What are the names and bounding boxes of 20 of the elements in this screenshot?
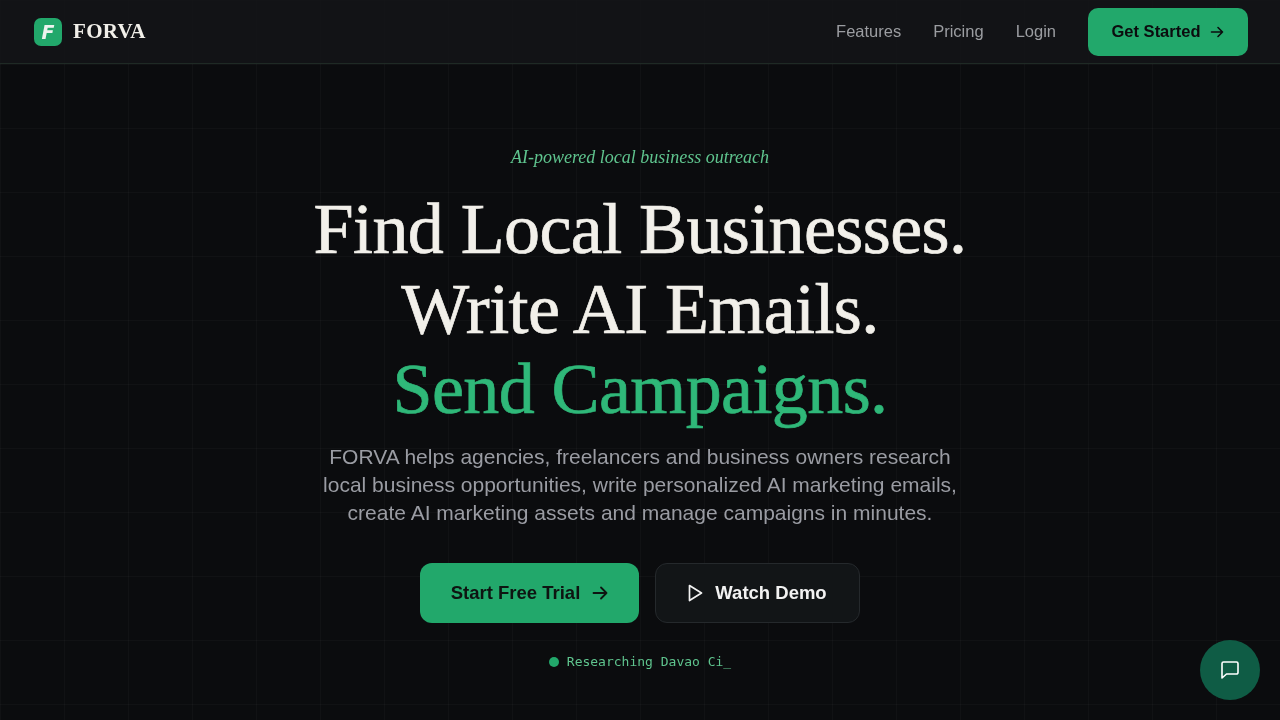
get-started-button[interactable]: Get Started	[1088, 7, 1248, 56]
status-dot-icon	[548, 657, 559, 667]
nav-link[interactable]: Pricing	[933, 22, 984, 41]
chat-icon	[1220, 660, 1240, 680]
brand-name: FORVA	[73, 19, 146, 44]
start-free-trial-button[interactable]: Start Free Trial	[420, 563, 639, 623]
status-text: Researching Davao Ci_	[566, 653, 732, 671]
nav-link[interactable]: Features	[836, 22, 902, 41]
tagline: AI-powered local business outreach	[510, 146, 770, 169]
watch-demo-button[interactable]: Watch Demo	[655, 563, 860, 623]
play-icon	[688, 584, 704, 602]
arrow-right-icon	[1210, 24, 1225, 39]
headline-line: Send Campaigns.	[391, 349, 889, 429]
headline-line: Write AI Emails.	[400, 269, 880, 349]
hero-description: FORVA helps agencies, freelancers and business owners research local business opportunities, write personalized AI marketing emails, create AI marketing assets and manage campaigns in minutes.	[322, 444, 958, 526]
logo-mark: F	[34, 17, 62, 46]
arrow-right-icon	[592, 585, 609, 601]
chat-button[interactable]	[1200, 640, 1260, 700]
headline-line: Find Local Businesses.	[312, 189, 968, 269]
nav-link[interactable]: Login	[1015, 22, 1056, 41]
